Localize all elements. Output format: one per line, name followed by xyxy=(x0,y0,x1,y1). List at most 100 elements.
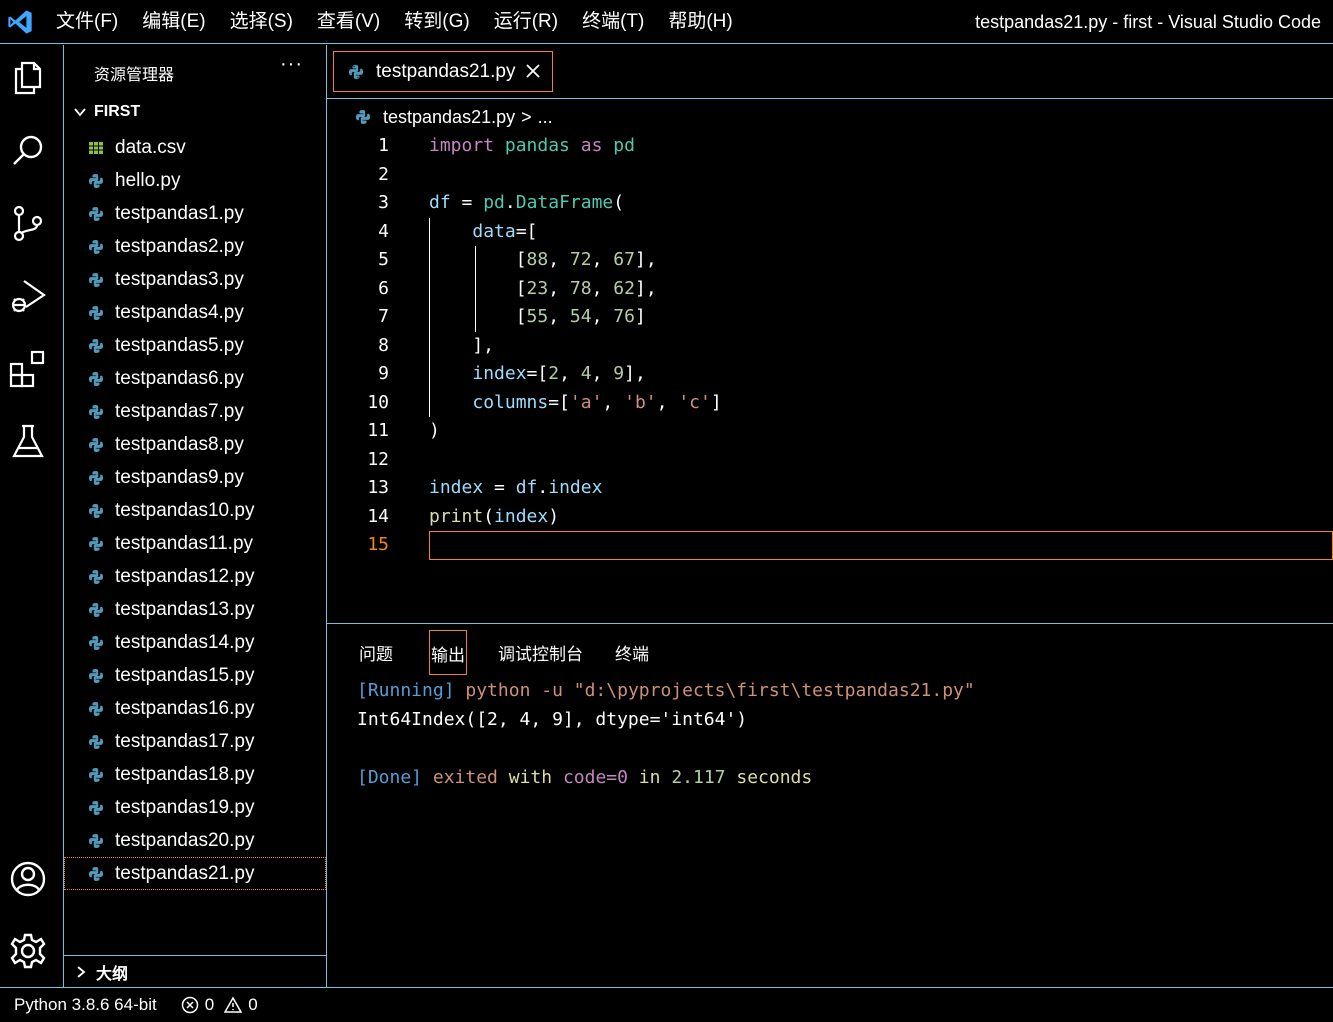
file-item[interactable]: testpandas5.py xyxy=(64,329,326,362)
python-file-icon xyxy=(89,602,103,617)
python-file-icon xyxy=(89,206,103,221)
panel-tab[interactable]: 调试控制台 xyxy=(498,640,583,665)
file-item[interactable]: testpandas16.py xyxy=(64,692,326,725)
tab-testpandas21[interactable]: testpandas21.py xyxy=(333,51,553,92)
code-token: [ xyxy=(429,277,527,299)
menu-item[interactable]: 运行(R) xyxy=(494,0,558,44)
file-item[interactable]: testpandas15.py xyxy=(64,659,326,692)
file-item[interactable]: testpandas12.py xyxy=(64,560,326,593)
python-file-icon xyxy=(89,239,103,254)
file-item[interactable]: testpandas9.py xyxy=(64,461,326,494)
csv-file-icon xyxy=(89,141,103,154)
python-file-icon xyxy=(89,800,103,815)
code-token: DataFrame xyxy=(515,192,614,213)
line-content: print(index) xyxy=(429,503,559,532)
breadcrumb-symbols[interactable]: ... xyxy=(538,107,553,128)
output-token: [Done] xyxy=(357,767,423,788)
menu-item[interactable]: 文件(F) xyxy=(56,0,118,44)
close-icon[interactable] xyxy=(522,60,544,82)
code-token: ], xyxy=(624,363,646,384)
chevron-right-icon xyxy=(77,965,86,978)
extensions-icon[interactable] xyxy=(8,349,48,389)
file-item[interactable]: testpandas13.py xyxy=(64,593,326,626)
panel-tab[interactable]: 终端 xyxy=(615,640,649,665)
output-token: python -u "d:\pyprojects\first\testpanda… xyxy=(454,680,975,701)
output-token: exited xyxy=(422,767,509,788)
output-token: Int64Index([2, 4, 9], dtype='int64') xyxy=(357,709,748,730)
output-line: [Done] exited with code=0 in 2.117 secon… xyxy=(357,763,975,792)
panel-tab[interactable]: 问题 xyxy=(359,640,393,665)
sidebar-title: 资源管理器 xyxy=(94,67,175,84)
outline-header[interactable]: 大纲 xyxy=(64,955,326,987)
file-item[interactable]: testpandas8.py xyxy=(64,428,326,461)
code-token: ], xyxy=(429,334,495,356)
file-item[interactable]: testpandas3.py xyxy=(64,263,326,296)
code-line: 6 [23, 78, 62], xyxy=(327,275,1333,304)
run-debug-icon[interactable] xyxy=(8,275,48,315)
code-token: . xyxy=(504,192,516,213)
file-item[interactable]: testpandas2.py xyxy=(64,230,326,263)
code-token: 4 xyxy=(580,363,592,384)
file-name: testpandas16.py xyxy=(115,697,255,719)
python-file-icon xyxy=(89,866,103,881)
file-item[interactable]: testpandas20.py xyxy=(64,824,326,857)
status-bar: Python 3.8.6 64-bit 0 0 xyxy=(0,987,1333,1022)
file-name: testpandas7.py xyxy=(115,400,244,422)
menu-item[interactable]: 查看(V) xyxy=(317,0,380,44)
search-icon[interactable] xyxy=(8,131,48,171)
line-number: 3 xyxy=(378,192,389,213)
menu-item[interactable]: 转到(G) xyxy=(404,0,469,44)
python-interpreter-status[interactable]: Python 3.8.6 64-bit xyxy=(14,995,157,1015)
explorer-sidebar: 资源管理器 ··· FIRST data.csv hello.py testpand… xyxy=(64,45,327,987)
folder-header[interactable]: FIRST xyxy=(72,103,140,121)
testing-icon[interactable] xyxy=(8,421,48,461)
python-file-icon xyxy=(89,272,103,287)
window-title: testpandas21.py - first - Visual Studio … xyxy=(975,12,1321,32)
file-item[interactable]: testpandas18.py xyxy=(64,758,326,791)
settings-gear-icon[interactable] xyxy=(8,931,48,971)
output-token: [Running] xyxy=(357,680,455,701)
line-number: 4 xyxy=(378,220,389,242)
line-number: 2 xyxy=(378,163,389,185)
python-file-icon xyxy=(89,635,103,650)
account-icon[interactable] xyxy=(8,859,48,899)
explorer-icon[interactable] xyxy=(8,57,48,97)
more-actions-button[interactable]: ··· xyxy=(280,53,303,76)
python-file-icon xyxy=(89,173,103,188)
menu-item[interactable]: 终端(T) xyxy=(582,0,644,44)
file-item[interactable]: testpandas19.py xyxy=(64,791,326,824)
file-item[interactable]: testpandas14.py xyxy=(64,626,326,659)
menu-item[interactable]: 帮助(H) xyxy=(668,0,732,44)
panel-tab[interactable]: 输出 xyxy=(429,630,467,675)
breadcrumb-file[interactable]: testpandas21.py xyxy=(383,107,515,128)
code-token: 2 xyxy=(548,363,560,384)
file-item[interactable]: testpandas6.py xyxy=(64,362,326,395)
bottom-panel: 问题 输出 调试控制台 终端 [Running] python -u "d:\pypr… xyxy=(327,623,1333,987)
code-token: as xyxy=(580,135,603,156)
code-token: , xyxy=(591,277,614,299)
code-token: , xyxy=(591,249,614,270)
file-name: data.csv xyxy=(115,136,186,158)
file-item[interactable]: testpandas1.py xyxy=(64,197,326,230)
file-item[interactable]: testpandas4.py xyxy=(64,296,326,329)
file-item[interactable]: testpandas10.py xyxy=(64,494,326,527)
file-item[interactable]: testpandas11.py xyxy=(64,527,326,560)
python-file-icon xyxy=(89,371,103,386)
output-view[interactable]: [Running] python -u "d:\pyprojects\first… xyxy=(357,676,975,792)
menu-item[interactable]: 编辑(E) xyxy=(142,0,205,44)
file-item[interactable]: testpandas17.py xyxy=(64,725,326,758)
problems-status[interactable]: 0 0 xyxy=(181,995,258,1015)
file-item[interactable]: hello.py xyxy=(64,164,326,197)
file-name: hello.py xyxy=(115,169,181,191)
code-editor[interactable]: 1 import pandas as pd 2 3 df = pd.DataFrame(… xyxy=(327,132,1333,622)
file-item[interactable]: data.csv xyxy=(64,131,326,164)
output-token xyxy=(552,767,563,788)
source-control-icon[interactable] xyxy=(8,203,48,243)
file-item[interactable]: testpandas7.py xyxy=(64,395,326,428)
file-item[interactable]: testpandas21.py xyxy=(64,857,326,890)
code-token: =[ xyxy=(515,220,538,242)
menu-item[interactable]: 选择(S) xyxy=(230,0,293,44)
